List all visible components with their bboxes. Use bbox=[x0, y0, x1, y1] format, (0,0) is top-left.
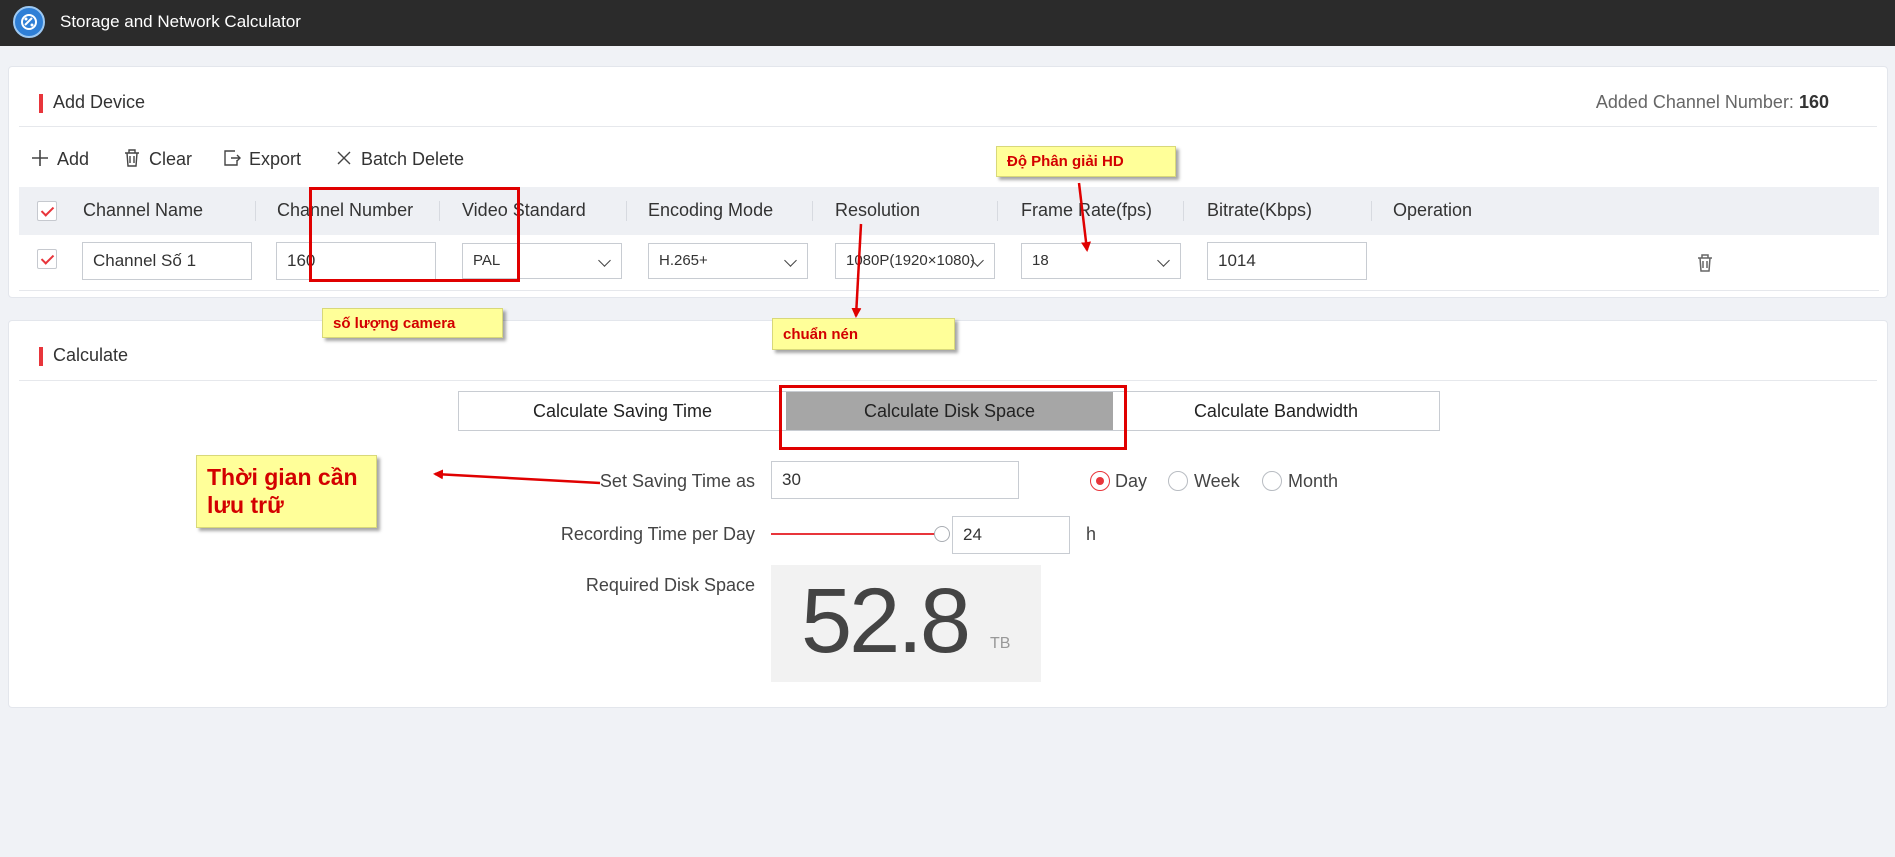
bitrate-input[interactable] bbox=[1207, 242, 1367, 280]
clear-button[interactable]: Clear bbox=[121, 147, 192, 170]
chevron-down-icon bbox=[598, 254, 611, 267]
col-bitrate: Bitrate(Kbps) bbox=[1207, 200, 1313, 220]
tab-saving-time[interactable]: Calculate Saving Time bbox=[459, 392, 786, 430]
add-device-title: Add Device bbox=[39, 92, 145, 113]
export-icon bbox=[224, 150, 241, 166]
row-checkbox[interactable] bbox=[37, 249, 57, 269]
saving-time-input[interactable] bbox=[771, 461, 1019, 499]
table-row: PAL H.265+ 1080P(1920×1080) 18 bbox=[19, 235, 1879, 291]
highlight-channel-number bbox=[309, 187, 520, 282]
unit-week-radio[interactable] bbox=[1168, 471, 1188, 491]
slider-handle[interactable] bbox=[934, 526, 950, 542]
recording-time-slider[interactable] bbox=[771, 533, 941, 535]
divider bbox=[19, 380, 1877, 381]
calculate-title: Calculate bbox=[39, 345, 128, 366]
resolution-select[interactable]: 1080P(1920×1080) bbox=[835, 243, 995, 279]
delete-row-icon[interactable] bbox=[1694, 252, 1716, 274]
encoding-mode-select[interactable]: H.265+ bbox=[648, 243, 808, 279]
batch-delete-button[interactable]: Batch Delete bbox=[333, 147, 464, 170]
chevron-down-icon bbox=[1157, 254, 1170, 267]
unit-month-radio[interactable] bbox=[1262, 471, 1282, 491]
app-logo-icon bbox=[13, 6, 45, 38]
unit-week-label: Week bbox=[1194, 471, 1240, 491]
frame-rate-select[interactable]: 18 bbox=[1021, 243, 1181, 279]
added-channel-label: Added Channel Number: bbox=[1595, 92, 1794, 112]
plus-icon bbox=[32, 150, 48, 166]
highlight-disk-space-tab bbox=[779, 385, 1127, 450]
required-disk-unit: TB bbox=[990, 635, 1011, 652]
result-box: 52.8 TB bbox=[771, 565, 1041, 682]
channel-name-input[interactable] bbox=[82, 242, 252, 280]
unit-day-radio[interactable] bbox=[1090, 471, 1110, 491]
col-frame-rate: Frame Rate(fps) bbox=[1021, 200, 1153, 220]
note-resolution: Độ Phân giải HD bbox=[996, 146, 1176, 177]
close-icon bbox=[337, 151, 351, 165]
window-title: Storage and Network Calculator bbox=[60, 12, 301, 31]
unit-month-label: Month bbox=[1288, 471, 1339, 491]
added-channel-value: 160 bbox=[1798, 92, 1829, 112]
recording-time-label: Recording Time per Day bbox=[560, 524, 755, 544]
col-encoding-mode: Encoding Mode bbox=[648, 200, 774, 220]
required-disk-value: 52.8 bbox=[801, 570, 971, 672]
trash-icon bbox=[125, 149, 139, 167]
unit-day-label: Day bbox=[1115, 471, 1148, 491]
col-channel-name: Channel Name bbox=[83, 200, 204, 220]
tab-bandwidth[interactable]: Calculate Bandwidth bbox=[1113, 392, 1439, 430]
saving-time-label: Set Saving Time as bbox=[599, 471, 755, 491]
recording-unit: h bbox=[1086, 524, 1097, 544]
note-camera-count: số lượng camera bbox=[322, 308, 503, 338]
col-resolution: Resolution bbox=[835, 200, 921, 220]
added-channel-count: Added Channel Number: 160 bbox=[1596, 92, 1829, 113]
title-bar: Storage and Network Calculator bbox=[0, 0, 1895, 46]
add-button[interactable]: Add bbox=[29, 147, 89, 170]
note-saving-time: Thời gian cần lưu trữ bbox=[196, 455, 377, 528]
recording-time-input[interactable] bbox=[952, 516, 1070, 554]
table-header: Channel Name Channel Number Video Standa… bbox=[19, 187, 1879, 235]
select-all-checkbox[interactable] bbox=[37, 201, 57, 221]
chevron-down-icon bbox=[784, 254, 797, 267]
required-disk-label: Required Disk Space bbox=[585, 575, 755, 595]
export-button[interactable]: Export bbox=[221, 147, 301, 170]
add-device-panel: Add Device Added Channel Number: 160 Add… bbox=[8, 66, 1888, 298]
divider bbox=[19, 126, 1877, 127]
note-encoding: chuẩn nén bbox=[772, 318, 955, 350]
col-operation: Operation bbox=[1393, 200, 1473, 220]
